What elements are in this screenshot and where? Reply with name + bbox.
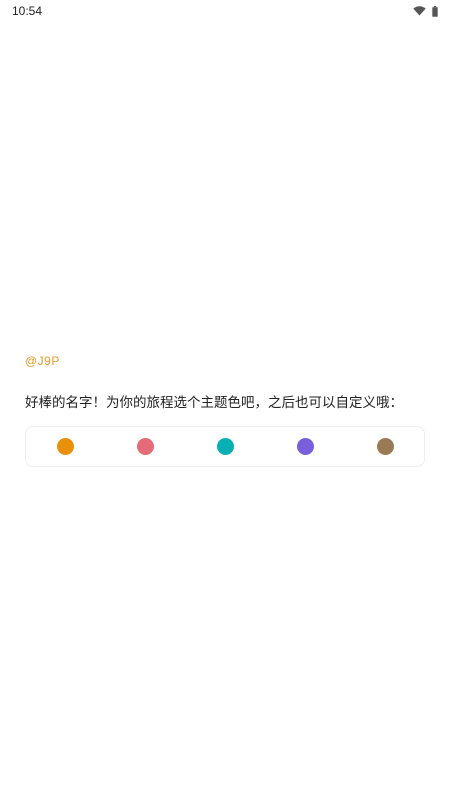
battery-icon: [432, 5, 438, 17]
username-label: @J9P: [25, 354, 60, 368]
theme-swatch-purple[interactable]: [297, 438, 314, 455]
wifi-icon: [413, 6, 426, 16]
status-icons: [413, 5, 438, 17]
status-bar: 10:54: [0, 0, 450, 22]
theme-swatch-pink[interactable]: [137, 438, 154, 455]
status-time: 10:54: [12, 4, 43, 18]
theme-swatch-teal[interactable]: [217, 438, 234, 455]
theme-swatch-orange[interactable]: [57, 438, 74, 455]
theme-prompt-text: 好棒的名字！为你的旅程选个主题色吧，之后也可以自定义哦：: [25, 395, 403, 411]
app-screen: 10:54 @J9P 好棒的名字！为你的旅程选个主题色吧，之后也可以自定义哦：: [0, 0, 450, 800]
theme-swatch-brown[interactable]: [377, 438, 394, 455]
theme-color-picker: [25, 426, 425, 467]
